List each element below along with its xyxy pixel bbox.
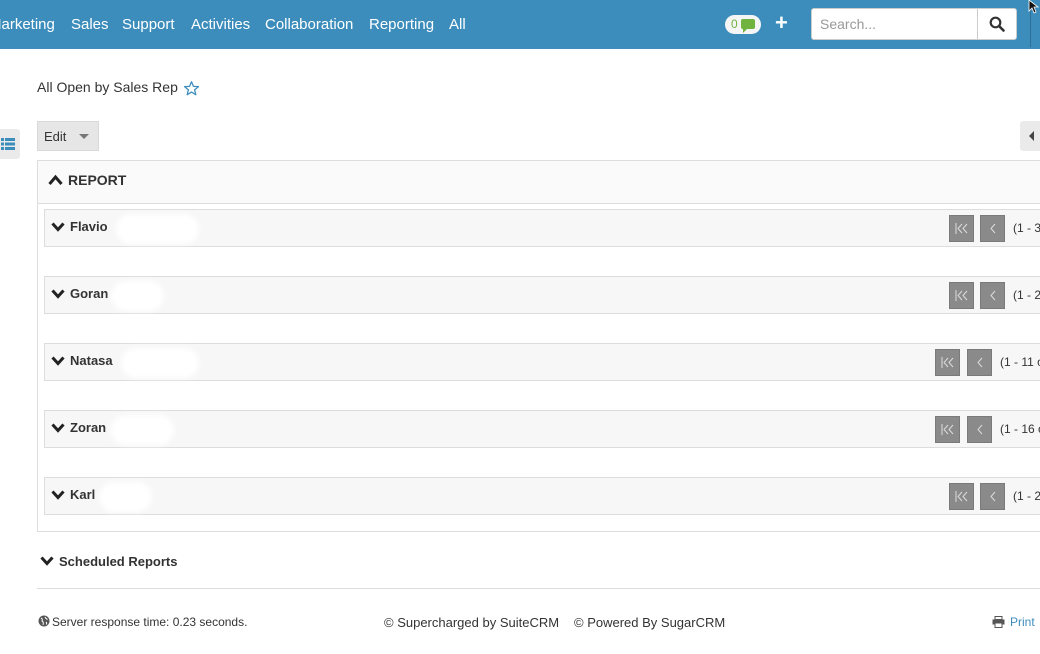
nav-item-reporting[interactable]: Reporting	[369, 16, 434, 33]
previous-icon	[977, 424, 983, 435]
chevron-down-icon	[51, 289, 65, 299]
server-response-time: Server response time: 0.23 seconds.	[52, 615, 248, 629]
nav-item-marketing[interactable]: Marketing	[0, 16, 55, 33]
page-title: All Open by Sales Rep	[37, 79, 178, 95]
globe-icon	[38, 615, 50, 627]
star-outline-icon[interactable]	[183, 80, 200, 97]
nav-item-activities[interactable]: Activities	[191, 16, 250, 33]
group-row-natasa[interactable]: Natasa (1 - 11 o	[44, 343, 1040, 381]
group-row-goran[interactable]: Goran (1 - 2	[44, 276, 1040, 314]
group-row-karl[interactable]: Karl (1 - 2	[44, 477, 1040, 515]
supercharged-link[interactable]: © Supercharged by SuiteCRM	[384, 615, 559, 630]
previous-icon	[990, 290, 996, 301]
previous-icon	[990, 223, 996, 234]
group-row-flavio[interactable]: Flavio (1 - 3	[44, 209, 1040, 247]
previous-page-button[interactable]	[980, 215, 1005, 242]
group-name: Zoran	[70, 420, 107, 435]
nav-divider	[1030, 9, 1031, 47]
first-page-icon	[955, 223, 968, 234]
print-link[interactable]: Print	[1010, 615, 1035, 629]
powered-link[interactable]: © Powered By SugarCRM	[574, 615, 725, 630]
page-range-text: (1 - 2	[1013, 489, 1040, 503]
redaction	[125, 352, 195, 374]
redaction	[115, 285, 160, 307]
first-page-icon	[941, 357, 954, 368]
sidebar-toggle[interactable]	[0, 129, 20, 159]
previous-page-button[interactable]	[980, 282, 1005, 309]
first-page-button[interactable]	[935, 349, 960, 376]
create-plus-icon[interactable]: +	[775, 10, 788, 36]
nav-item-all[interactable]: All	[449, 16, 466, 33]
previous-icon	[990, 491, 996, 502]
right-panel-toggle[interactable]	[1020, 121, 1040, 151]
printer-icon[interactable]	[992, 616, 1005, 628]
first-page-button[interactable]	[935, 416, 960, 443]
search-icon	[989, 16, 1005, 32]
first-page-icon	[941, 424, 954, 435]
page-range-text: (1 - 3	[1013, 221, 1040, 235]
first-page-button[interactable]	[949, 215, 974, 242]
page-range-text: (1 - 11 o	[1000, 355, 1040, 369]
search-button[interactable]	[977, 8, 1017, 40]
chevron-down-icon[interactable]	[40, 555, 54, 567]
report-header[interactable]: REPORT	[38, 161, 1040, 204]
chevron-down-icon	[51, 490, 65, 500]
chevron-down-icon	[51, 222, 65, 232]
previous-page-button[interactable]	[967, 416, 992, 443]
first-page-button[interactable]	[949, 483, 974, 510]
notification-count: 0	[731, 17, 738, 31]
previous-page-button[interactable]	[980, 483, 1005, 510]
chat-bubble-icon	[741, 19, 755, 33]
footer-divider	[37, 588, 1040, 589]
group-name: Flavio	[70, 219, 108, 234]
caret-down-icon	[79, 134, 89, 139]
notifications-button[interactable]: 0	[725, 15, 761, 34]
page-range-text: (1 - 16 o	[1000, 422, 1040, 436]
previous-page-button[interactable]	[967, 349, 992, 376]
mouse-cursor-icon	[1028, 0, 1040, 14]
group-name: Karl	[70, 487, 96, 502]
nav-item-sales[interactable]: Sales	[71, 16, 109, 33]
group-name: Natasa	[70, 353, 113, 368]
chevron-down-icon	[51, 423, 65, 433]
nav-item-support[interactable]: Support	[122, 16, 175, 33]
chevron-down-icon	[51, 356, 65, 366]
previous-icon	[977, 357, 983, 368]
redaction	[120, 218, 195, 240]
first-page-icon	[955, 290, 968, 301]
first-page-icon	[955, 491, 968, 502]
group-name: Goran	[70, 286, 109, 301]
edit-dropdown-button[interactable]: Edit	[37, 121, 99, 151]
scheduled-reports-toggle[interactable]: Scheduled Reports	[59, 554, 177, 569]
search-input[interactable]	[811, 8, 977, 40]
redaction	[103, 486, 148, 508]
redaction	[115, 419, 170, 441]
group-row-zoran[interactable]: Zoran (1 - 16 o	[44, 410, 1040, 448]
report-title: REPORT	[68, 172, 127, 188]
top-nav-bar: Marketing Sales Support Activities Colla…	[0, 0, 1040, 49]
chevron-up-icon	[48, 174, 63, 185]
edit-label: Edit	[44, 129, 67, 144]
first-page-button[interactable]	[949, 282, 974, 309]
nav-item-collaboration[interactable]: Collaboration	[265, 16, 353, 33]
page-range-text: (1 - 2	[1013, 288, 1040, 302]
list-icon	[1, 138, 15, 150]
